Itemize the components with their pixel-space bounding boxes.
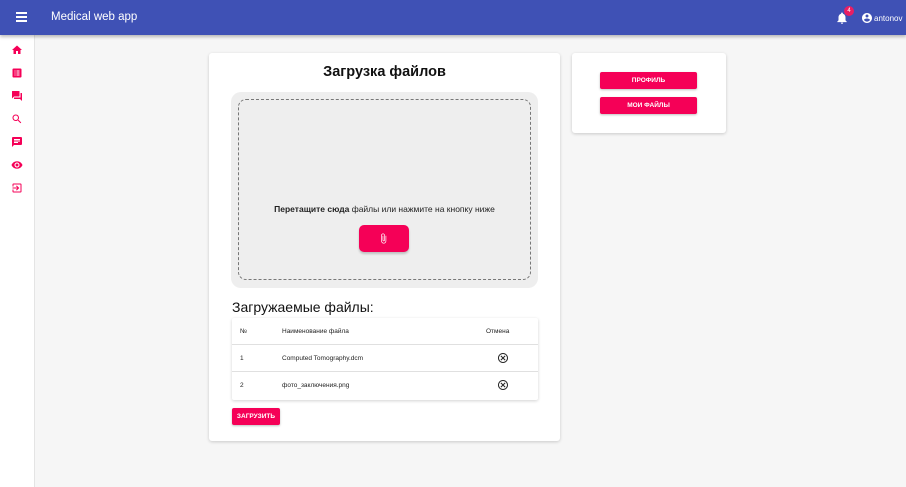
row-filename: Computed Tomography.dcm <box>282 355 364 362</box>
username: antonov <box>874 13 903 23</box>
table-row: 2 фото_заключения.png <box>232 372 538 399</box>
dropzone-hint: Перетащите сюда файлы или нажмите на кно… <box>231 204 538 214</box>
list-alt-icon[interactable] <box>11 67 23 79</box>
files-table: № Наименование файла Отмена 1 Computed T… <box>232 318 538 400</box>
row-number: 1 <box>240 355 244 362</box>
chat-icon[interactable] <box>11 136 23 148</box>
profile-card: ПРОФИЛЬ МОИ ФАЙЛЫ <box>572 53 726 133</box>
row-number: 2 <box>240 382 244 389</box>
dropzone-border <box>238 99 531 280</box>
row-filename: фото_заключения.png <box>282 382 350 389</box>
paperclip-icon <box>381 233 387 244</box>
column-header-filename: Наименование файла <box>282 328 349 335</box>
cancel-circle-icon[interactable] <box>497 352 509 364</box>
account-circle-icon <box>862 13 872 23</box>
column-header-cancel: Отмена <box>486 328 510 335</box>
cancel-circle-icon[interactable] <box>497 379 509 391</box>
notification-badge: 4 <box>844 6 854 16</box>
upload-submit-button[interactable]: ЗАГРУЗИТЬ <box>232 408 280 425</box>
page-title: Загрузка файлов <box>323 64 446 80</box>
sidebar <box>0 35 35 487</box>
app-bar: Medical web app 4 antonov <box>0 0 906 35</box>
file-dropzone[interactable]: Перетащите сюда файлы или нажмите на кно… <box>231 92 538 288</box>
table-header: № Наименование файла Отмена <box>232 318 538 345</box>
dropzone-hint-bold: Перетащите сюда <box>274 204 350 214</box>
my-files-button[interactable]: МОИ ФАЙЛЫ <box>600 97 697 114</box>
upload-card: Загрузка файлов Перетащите сюда файлы ил… <box>209 53 560 441</box>
table-row: 1 Computed Tomography.dcm <box>232 345 538 372</box>
app-title: Medical web app <box>51 11 138 23</box>
column-header-number: № <box>240 328 247 335</box>
menu-icon[interactable] <box>16 12 27 23</box>
eye-icon[interactable] <box>11 159 23 171</box>
search-icon[interactable] <box>11 113 23 125</box>
uploading-files-title: Загружаемые файлы: <box>232 299 374 315</box>
dropzone-hint-rest: файлы или нажмите на кнопку ниже <box>349 204 495 214</box>
attach-file-button[interactable] <box>359 225 409 252</box>
forum-icon[interactable] <box>11 90 23 102</box>
home-icon[interactable] <box>11 44 23 56</box>
profile-button[interactable]: ПРОФИЛЬ <box>600 72 697 89</box>
logout-icon[interactable] <box>11 182 23 194</box>
user-menu[interactable]: antonov <box>861 11 902 25</box>
